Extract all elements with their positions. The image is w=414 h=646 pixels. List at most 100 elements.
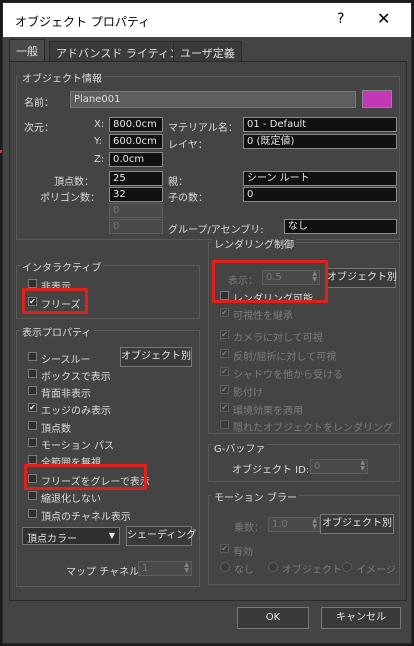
visibility-value: 0.5: [266, 272, 282, 283]
object-properties-dialog: オブジェクト プロパティ ? ✕ 一般 アドバンスド ライティング ユーザ定義 …: [2, 2, 412, 644]
extra-count-2: 0: [109, 219, 163, 234]
motion-blur-enabled-check-icon[interactable]: ✔: [220, 544, 229, 553]
title-bar[interactable]: オブジェクト プロパティ ? ✕: [3, 3, 411, 37]
visible-reflect-refract-check-icon[interactable]: ✔: [220, 349, 229, 358]
children-label: 子の数：: [168, 193, 208, 204]
motion-blur-by-object-button[interactable]: オブジェクト別: [320, 514, 394, 534]
motion-blur-enabled-label: 有効: [233, 547, 253, 558]
spinner-arrows-icon[interactable]: ▲ ▼: [360, 460, 365, 472]
layer-label: レイヤ：: [168, 140, 208, 151]
visible-to-camera-check-icon[interactable]: ✔: [220, 330, 229, 339]
render-occluded-label: 隠れたオブジェクトをレンダリング: [233, 423, 393, 434]
dimensions-label: 次元：: [24, 123, 54, 134]
object-id-label: オブジェクト ID:: [232, 465, 310, 476]
show-frozen-gray-label: フリーズをグレーで表示: [41, 477, 150, 488]
polygons-value: 32: [109, 187, 163, 202]
visible-reflect-refract-label: 反射/屈折に対して可視: [233, 352, 337, 363]
tab-general[interactable]: 一般: [9, 39, 45, 61]
renderable-label: レンダリング可能: [233, 294, 313, 305]
vertex-ticks-checkbox-box[interactable]: [28, 421, 37, 430]
vertex-color-dropdown[interactable]: 頂点カラー ▼: [22, 527, 120, 545]
hide-label: 非表示: [41, 282, 71, 293]
display-properties-title: 表示プロパティ: [20, 324, 94, 339]
children-value: 0: [243, 187, 397, 202]
see-through-label: シースルー: [41, 355, 91, 366]
parent-label: 親：: [168, 177, 188, 188]
motion-blur-none-label: なし: [234, 565, 254, 576]
motion-blur-object-label: オブジェクト: [282, 565, 342, 576]
motion-path-checkbox-box[interactable]: [28, 438, 37, 447]
map-channel-spinner[interactable]: 1 ▲ ▼: [138, 561, 192, 576]
vertex-channel-display-checkbox-box[interactable]: [28, 509, 37, 518]
tab-content-general: オブジェクト情報 名前： Plane001 次元： X: 800.0cm Y: …: [9, 61, 407, 601]
material-value: 01 - Default: [243, 117, 397, 132]
y-dimension-value: 600.0cm: [109, 134, 163, 149]
chevron-down-icon: ▼: [108, 531, 115, 540]
vertex-channel-display-label: 頂点のチャネル表示: [41, 512, 131, 523]
edges-only-check-icon[interactable]: ✔: [28, 403, 37, 412]
never-degrade-checkbox-box[interactable]: [28, 491, 37, 500]
display-by-object-button[interactable]: オブジェクト別: [120, 347, 192, 367]
parent-value: シーン ルート: [243, 171, 397, 186]
spinner-arrows-icon[interactable]: ▲ ▼: [184, 562, 189, 574]
visible-to-camera-label: カメラに対して可視: [233, 333, 323, 344]
x-dimension-value: 800.0cm: [109, 117, 163, 132]
object-id-value: 0: [314, 461, 321, 472]
render-occluded-checkbox-box[interactable]: [220, 420, 229, 429]
renderable-checkbox-box[interactable]: [220, 291, 229, 300]
cancel-button[interactable]: キャンセル: [321, 607, 401, 629]
inherit-visibility-check-icon[interactable]: ✔: [220, 308, 229, 317]
radio-button-icon[interactable]: [342, 562, 352, 572]
show-frozen-gray-checkbox-box[interactable]: [28, 474, 37, 483]
multiplier-label: 乗数：: [234, 523, 264, 534]
close-icon[interactable]: ✕: [377, 9, 390, 28]
cast-shadows-check-icon[interactable]: ✔: [220, 385, 229, 394]
z-dimension-label: Z:: [94, 154, 105, 165]
help-icon[interactable]: ?: [337, 11, 344, 27]
rendering-control-title: レンダリング制御: [212, 236, 296, 251]
vertices-value: 25: [109, 171, 163, 186]
motion-blur-image-label: イメージ: [356, 565, 396, 576]
z-dimension-value: 0.0cm: [109, 152, 163, 167]
see-through-checkbox-box[interactable]: [28, 352, 37, 361]
group-assembly-label: グループ/アセンブリ:: [168, 225, 264, 236]
display-as-box-checkbox-box[interactable]: [28, 369, 37, 378]
motion-blur-title: モーション ブラー: [212, 489, 299, 504]
backface-cull-checkbox-box[interactable]: [28, 386, 37, 395]
radio-button-icon[interactable]: [220, 562, 230, 572]
never-degrade-label: 縮退化しない: [41, 494, 101, 505]
hide-checkbox-box[interactable]: [28, 279, 37, 288]
apply-atmospherics-check-icon[interactable]: ✔: [220, 403, 229, 412]
group-assembly-value: なし: [284, 219, 397, 234]
material-label: マテリアル名：: [168, 123, 238, 134]
extra-count-1: 0: [109, 203, 163, 218]
vertex-color-dropdown-value: 頂点カラー: [27, 534, 77, 545]
freeze-check-icon[interactable]: ✔: [28, 297, 37, 306]
visibility-label: 表示：: [228, 276, 258, 287]
y-dimension-label: Y:: [94, 136, 103, 147]
display-as-box-label: ボックスで表示: [41, 372, 111, 383]
spinner-arrows-icon[interactable]: ▲ ▼: [312, 271, 317, 283]
radio-button-icon[interactable]: [268, 562, 278, 572]
object-color-swatch[interactable]: [362, 90, 392, 108]
multiplier-spinner[interactable]: 1.0 ▲ ▼: [268, 517, 320, 532]
render-by-object-button[interactable]: オブジェクト別: [326, 268, 397, 288]
object-info-title: オブジェクト情報: [20, 70, 104, 85]
vertices-label: 頂点数：: [54, 177, 94, 188]
tab-user-defined[interactable]: ユーザ定義: [173, 41, 242, 61]
cast-shadows-label: 影付け: [233, 388, 263, 399]
ok-button[interactable]: OK: [237, 607, 309, 629]
multiplier-value: 1.0: [272, 519, 288, 530]
backface-cull-label: 背面非表示: [41, 389, 91, 400]
name-field[interactable]: Plane001: [70, 91, 356, 108]
ignore-extents-checkbox-box[interactable]: [28, 455, 37, 464]
ignore-extents-label: 全範囲を無視: [41, 458, 101, 469]
edges-only-label: エッジのみ表示: [41, 406, 111, 417]
spinner-arrows-icon[interactable]: ▲ ▼: [312, 518, 317, 530]
receive-shadows-check-icon[interactable]: ✔: [220, 367, 229, 376]
x-dimension-label: X:: [94, 119, 105, 130]
polygons-label: ポリゴン数：: [40, 193, 100, 204]
visibility-spinner[interactable]: 0.5 ▲ ▼: [262, 270, 320, 285]
shaded-button[interactable]: シェーディング: [126, 526, 196, 546]
object-id-spinner[interactable]: 0 ▲ ▼: [310, 459, 368, 474]
